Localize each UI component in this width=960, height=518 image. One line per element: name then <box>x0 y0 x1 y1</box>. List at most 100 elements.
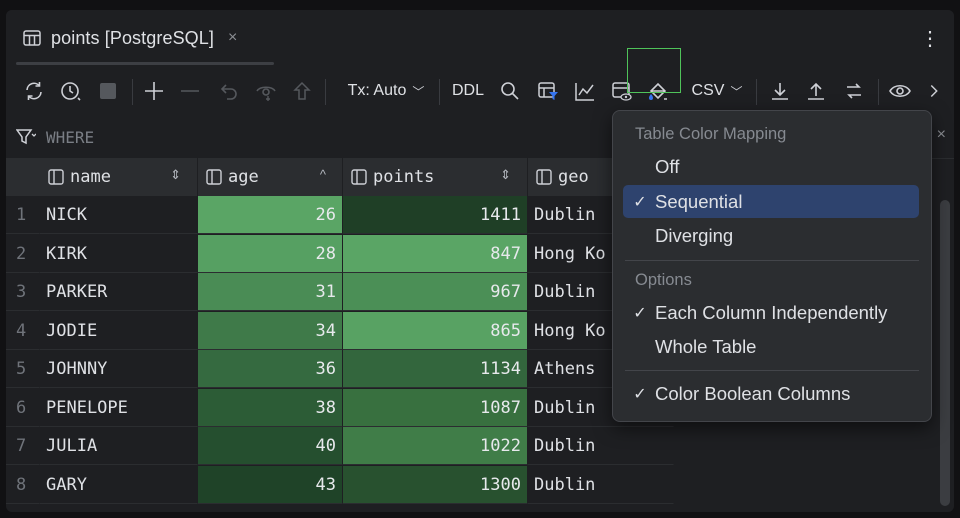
compare-arrows-icon <box>847 83 861 99</box>
cell-name[interactable]: GARY <box>40 465 198 504</box>
add-row-button[interactable] <box>140 77 168 105</box>
ddl-button[interactable]: DDL <box>449 77 487 105</box>
cell-age[interactable]: 28 <box>198 234 343 273</box>
eye-preview-icon <box>256 86 276 101</box>
menu-item-label: Sequential <box>655 190 743 212</box>
cell-age[interactable]: 38 <box>198 388 343 427</box>
row-number: 1 <box>6 196 40 234</box>
refresh-icon <box>26 82 42 100</box>
preview-changes-button[interactable] <box>252 77 280 105</box>
chevron-right-icon <box>930 85 938 97</box>
menu-item-label: Each Column Independently <box>655 301 888 323</box>
eye-icon <box>889 84 911 98</box>
where-filter-input[interactable]: WHERE <box>46 128 94 147</box>
download-icon <box>772 83 788 100</box>
chevron-down-icon: ﹀ <box>412 84 425 99</box>
cell-points[interactable]: 1300 <box>343 465 528 504</box>
vertical-scrollbar[interactable] <box>940 200 950 506</box>
download-button[interactable] <box>766 77 794 105</box>
cell-name[interactable]: JODIE <box>40 311 198 350</box>
column-icon <box>351 169 367 185</box>
chevron-down-icon: ﹀ <box>730 84 743 99</box>
table-icon <box>23 30 41 46</box>
search-icon <box>501 82 519 100</box>
cell-age[interactable]: 36 <box>198 350 343 388</box>
tab-active-indicator <box>16 62 274 65</box>
cell-name[interactable]: PARKER <box>40 273 198 311</box>
visibility-button[interactable] <box>886 77 914 105</box>
tab-points[interactable]: points [PostgreSQL] × <box>6 10 237 66</box>
menu-divider <box>625 370 919 371</box>
column-header-name[interactable]: name ⇕ <box>40 158 198 196</box>
cell-name[interactable]: PENELOPE <box>40 388 198 427</box>
menu-item-whole-table[interactable]: Whole Table <box>623 330 919 363</box>
sort-icon[interactable]: ⇕ <box>500 167 511 183</box>
cell-name[interactable]: JULIA <box>40 427 198 465</box>
menu-item-off[interactable]: Off <box>623 150 919 183</box>
cell-name[interactable]: JOHNNY <box>40 350 198 388</box>
menu-item-label: Off <box>655 155 680 177</box>
filter-close-icon[interactable]: × <box>937 126 946 144</box>
cell-points[interactable]: 1134 <box>343 350 528 388</box>
cell-age[interactable]: 31 <box>198 273 343 311</box>
cell-name[interactable]: KIRK <box>40 234 198 273</box>
filter-icon[interactable] <box>16 128 36 146</box>
menu-item-label: Color Boolean Columns <box>655 382 851 404</box>
tab-bar: points [PostgreSQL] × ⋮ <box>6 10 954 67</box>
menu-item-label: Whole Table <box>655 335 757 357</box>
column-icon <box>206 169 222 185</box>
column-name-label: age <box>228 167 259 187</box>
column-name-label: geo <box>558 167 589 187</box>
cell-geo[interactable]: Dublin <box>528 427 674 465</box>
tab-close-icon[interactable]: × <box>228 29 237 47</box>
cell-age[interactable]: 34 <box>198 311 343 350</box>
upload-button[interactable] <box>802 77 830 105</box>
column-header-points[interactable]: points ⇕ <box>343 158 528 196</box>
menu-item-color-boolean[interactable]: ✓ Color Boolean Columns <box>623 377 919 410</box>
menu-item-diverging[interactable]: Diverging <box>623 219 919 252</box>
check-icon: ✓ <box>633 193 647 211</box>
toolbar-divider <box>439 79 440 105</box>
revert-button[interactable] <box>214 77 242 105</box>
menu-section-color-mapping: Table Color Mapping <box>635 125 787 143</box>
undo-icon <box>220 84 237 100</box>
clock-icon <box>61 82 81 101</box>
check-icon: ✓ <box>633 304 647 322</box>
cell-geo[interactable]: Dublin <box>528 465 674 504</box>
export-format-dropdown[interactable]: CSV ﹀ <box>688 77 746 105</box>
cell-points[interactable]: 847 <box>343 234 528 273</box>
row-number: 6 <box>6 388 40 427</box>
sort-ascending-icon[interactable]: ^ <box>320 167 326 182</box>
tx-mode-label: Tx: Auto <box>347 82 407 99</box>
history-button[interactable] <box>57 77 85 105</box>
chart-button[interactable] <box>571 77 599 105</box>
submit-button[interactable] <box>288 77 316 105</box>
toolbar-overflow-button[interactable] <box>924 77 944 105</box>
cell-points[interactable]: 865 <box>343 311 528 350</box>
cell-points[interactable]: 1087 <box>343 388 528 427</box>
refresh-button[interactable] <box>20 77 48 105</box>
minus-icon <box>181 90 199 92</box>
cell-points[interactable]: 967 <box>343 273 528 311</box>
table-filter-icon <box>538 82 558 100</box>
row-number-header <box>6 158 40 196</box>
filter-table-button[interactable] <box>534 77 562 105</box>
compare-button[interactable] <box>840 77 868 105</box>
row-number: 4 <box>6 311 40 350</box>
stop-button[interactable] <box>94 77 122 105</box>
cell-points[interactable]: 1022 <box>343 427 528 465</box>
cell-age[interactable]: 26 <box>198 196 343 234</box>
cell-age[interactable]: 43 <box>198 465 343 504</box>
menu-item-each-column[interactable]: ✓ Each Column Independently <box>623 296 919 329</box>
cell-name[interactable]: NICK <box>40 196 198 234</box>
more-options-icon[interactable]: ⋮ <box>920 26 940 50</box>
transaction-mode-dropdown[interactable]: Tx: Auto ﹀ <box>341 77 431 105</box>
column-header-age[interactable]: age ^ <box>198 158 343 196</box>
search-button[interactable] <box>498 77 522 105</box>
sort-icon[interactable]: ⇕ <box>170 167 181 183</box>
row-number: 2 <box>6 234 40 273</box>
delete-row-button[interactable] <box>176 77 204 105</box>
menu-item-sequential[interactable]: ✓ Sequential <box>623 185 919 218</box>
cell-age[interactable]: 40 <box>198 427 343 465</box>
cell-points[interactable]: 1411 <box>343 196 528 234</box>
